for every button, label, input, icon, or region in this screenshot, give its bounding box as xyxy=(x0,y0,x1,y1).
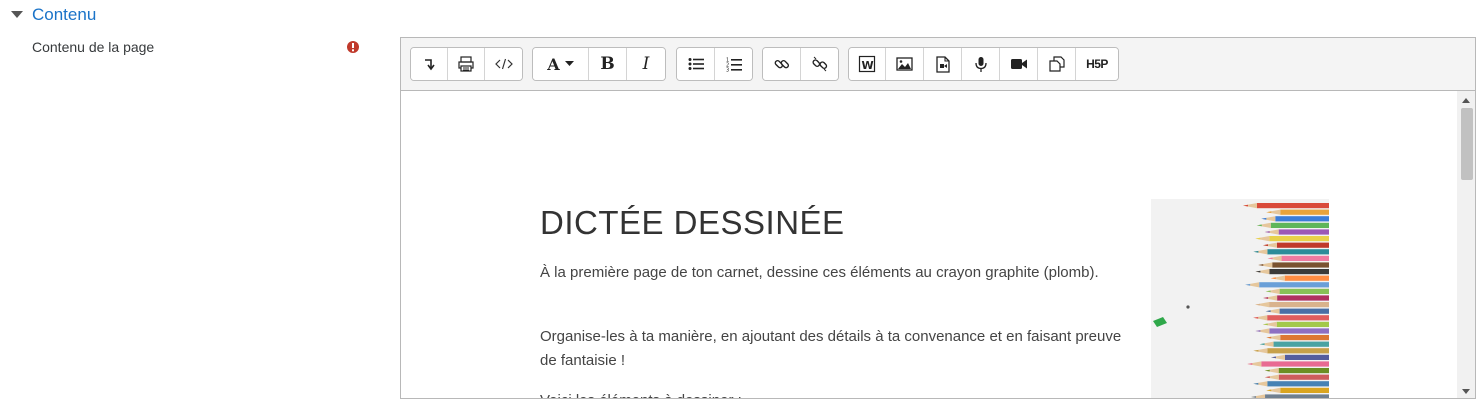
video-camera-icon xyxy=(1010,58,1028,70)
pencil-body xyxy=(1280,335,1329,341)
document-paragraph-1: À la première page de ton carnet, dessin… xyxy=(540,264,1099,281)
section-title: Contenu xyxy=(32,5,97,24)
pencil-body xyxy=(1269,269,1329,275)
pencil-body xyxy=(1269,236,1329,242)
pencil-body xyxy=(1270,222,1329,228)
scroll-thumb[interactable] xyxy=(1461,108,1473,180)
pencil-body xyxy=(1267,315,1329,321)
editor-scrollbar[interactable] xyxy=(1457,91,1475,398)
toolbar-word-paste-button[interactable]: W xyxy=(849,48,886,80)
pencil-body xyxy=(1269,302,1329,308)
svg-text:3: 3 xyxy=(726,67,729,72)
toolbar-html-button[interactable] xyxy=(485,48,522,80)
editor-toolbar: A B I 123 W H5P xyxy=(401,38,1475,91)
ordered-list-icon: 123 xyxy=(726,57,742,72)
toolbar-unlink-button[interactable] xyxy=(801,48,838,80)
unordered-list-icon xyxy=(688,57,704,71)
toolbar-link-button[interactable] xyxy=(763,48,801,80)
toolbar-group-lists: 123 xyxy=(676,47,753,81)
collapse-toolbar-icon xyxy=(422,57,436,71)
toolbar-bold-button[interactable]: B xyxy=(589,48,627,80)
toolbar-manage-files-button[interactable] xyxy=(1038,48,1076,80)
pencil-body xyxy=(1281,255,1329,261)
toolbar-font-style-button[interactable]: A xyxy=(533,48,589,80)
pencil-body xyxy=(1284,275,1329,281)
toolbar-collapse-button[interactable] xyxy=(411,48,448,80)
pencil-body xyxy=(1279,308,1329,314)
toolbar-media-button[interactable] xyxy=(924,48,962,80)
editor-content-area[interactable]: DICTÉE DESSINÉE À la première page de to… xyxy=(401,91,1457,398)
toolbar-print-button[interactable] xyxy=(448,48,485,80)
pencil-body xyxy=(1272,262,1329,268)
manage-files-icon xyxy=(1048,56,1065,72)
caret-down-icon xyxy=(10,8,24,22)
scroll-down-arrow[interactable] xyxy=(1457,383,1475,397)
pencil-body xyxy=(1278,374,1329,380)
svg-text:W: W xyxy=(862,59,874,72)
section-header-contenu[interactable]: Contenu xyxy=(10,4,96,26)
pencil-body xyxy=(1267,249,1329,255)
arrow-up-icon xyxy=(1462,90,1470,108)
toolbar-h5p-button[interactable]: H5P xyxy=(1076,48,1118,80)
pencil-body xyxy=(1273,341,1329,347)
colored-pencils-image xyxy=(1151,199,1329,398)
toolbar-unordered-list-button[interactable] xyxy=(677,48,715,80)
rich-text-editor: A B I 123 W H5P DICTÉE DESSINÉE À la pre… xyxy=(400,37,1476,399)
h5p-icon: H5P xyxy=(1086,57,1108,71)
field-label: Contenu de la page xyxy=(32,39,155,55)
pencil-body xyxy=(1261,361,1329,367)
document-paragraph-3: Voici les éléments à dessiner : xyxy=(540,389,1130,398)
link-icon xyxy=(774,56,790,72)
pencil-body xyxy=(1276,242,1329,248)
pencil-body xyxy=(1267,381,1329,387)
pencil-body xyxy=(1257,203,1329,209)
microphone-icon xyxy=(974,56,987,73)
toolbar-italic-button[interactable]: I xyxy=(627,48,665,80)
print-icon xyxy=(457,55,475,73)
scroll-up-arrow[interactable] xyxy=(1457,92,1475,106)
unlink-icon xyxy=(811,56,828,72)
media-file-icon xyxy=(935,55,950,73)
pencil-body xyxy=(1280,387,1329,393)
pencil-body xyxy=(1284,354,1329,360)
pencil-body xyxy=(1279,288,1329,294)
toolbar-record-audio-button[interactable] xyxy=(962,48,1000,80)
required-icon xyxy=(346,40,360,54)
pencil-body xyxy=(1280,209,1329,215)
toolbar-ordered-list-button[interactable]: 123 xyxy=(715,48,752,80)
toolbar-group-general xyxy=(410,47,523,81)
pencil-body xyxy=(1276,321,1329,327)
toolbar-image-button[interactable] xyxy=(886,48,924,80)
toolbar-group-links xyxy=(762,47,839,81)
arrow-down-icon xyxy=(1462,381,1470,399)
pencil-body xyxy=(1267,348,1329,354)
pencil-body xyxy=(1278,368,1329,374)
document-title: DICTÉE DESSINÉE xyxy=(540,204,845,241)
pencil-body xyxy=(1278,229,1329,235)
toolbar-record-video-button[interactable] xyxy=(1000,48,1038,80)
image-icon xyxy=(896,57,913,71)
word-paste-icon: W xyxy=(858,55,876,73)
pencil-body xyxy=(1265,394,1329,398)
toolbar-group-insert: W H5P xyxy=(848,47,1119,81)
document-paragraph-2: Organise-les à ta manière, en ajoutant d… xyxy=(540,328,1122,369)
html-code-icon xyxy=(494,57,513,71)
toolbar-group-style: A B I xyxy=(532,47,666,81)
font-style-icon: A xyxy=(547,54,560,74)
pencil-body xyxy=(1269,328,1329,334)
pencil-body xyxy=(1275,216,1329,222)
pencil-body xyxy=(1277,295,1329,301)
pencil-body xyxy=(1259,282,1329,288)
chevron-down-icon xyxy=(564,61,574,67)
